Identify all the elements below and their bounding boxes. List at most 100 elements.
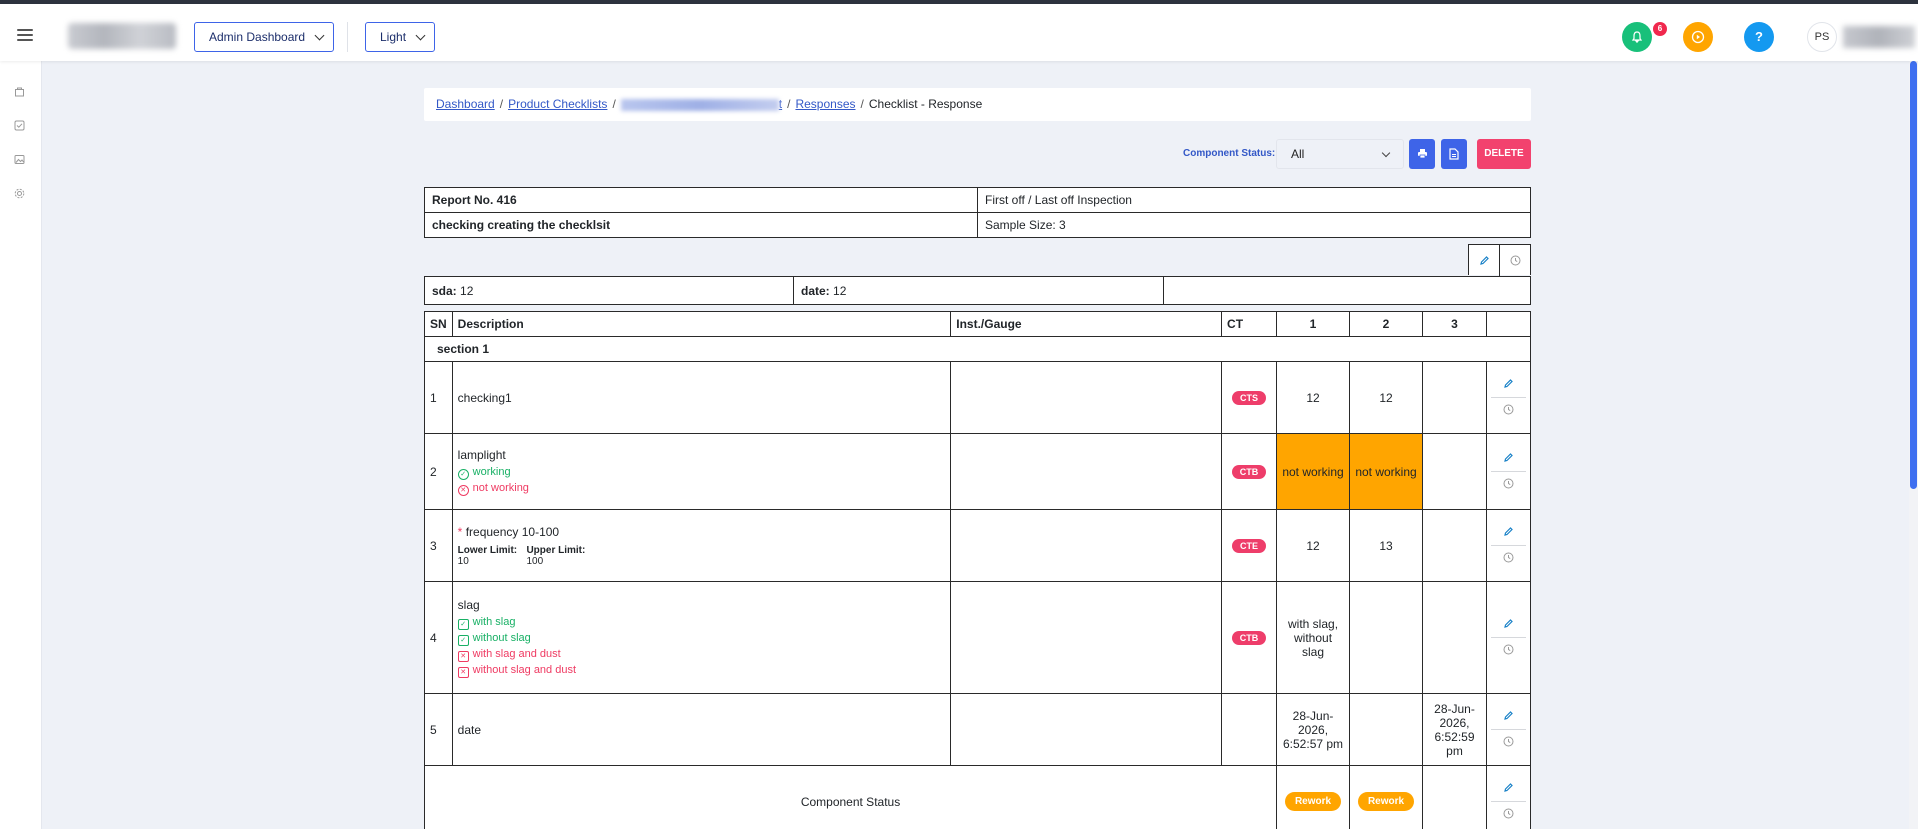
breadcrumb-dashboard[interactable]: Dashboard: [436, 97, 495, 111]
pencil-icon: [1479, 256, 1489, 265]
redacted-text: [620, 98, 779, 111]
option-ok: ✓ with slag: [457, 616, 946, 630]
notification-button[interactable]: [1622, 22, 1652, 52]
row-value-2: [1349, 581, 1423, 694]
edit-button[interactable]: [1490, 520, 1526, 546]
col-sn: SN: [424, 311, 453, 337]
breadcrumb-responses[interactable]: Responses: [795, 97, 855, 111]
dashboard-dropdown[interactable]: Admin Dashboard: [194, 22, 335, 52]
col-sample-3: 3: [1422, 311, 1487, 337]
edit-button[interactable]: [1490, 446, 1526, 472]
section-row: section 1: [424, 336, 1531, 362]
col-ct: CT: [1221, 311, 1278, 337]
edit-meta-tab[interactable]: [1469, 245, 1500, 276]
row-actions: [1485, 433, 1532, 510]
bell-icon: [1631, 31, 1643, 44]
hamburger-icon[interactable]: [17, 29, 33, 41]
history-button[interactable]: [1487, 730, 1530, 756]
row-description-cell: lamplight ✓ working ✕ not working: [451, 433, 952, 510]
x-circle-icon: ✕: [457, 484, 469, 496]
play-button[interactable]: [1683, 22, 1713, 52]
checklist-name: checking creating the checklsit: [424, 212, 978, 238]
chevron-down-icon: [314, 30, 325, 41]
document-button[interactable]: [1441, 139, 1467, 169]
row-description: date: [451, 693, 952, 766]
clock-icon: [1510, 255, 1521, 266]
chevron-down-icon: [1381, 148, 1391, 158]
meta-field-date: date: 12: [793, 276, 1164, 305]
chevron-down-icon: [415, 30, 426, 41]
avatar-initials: PS: [1814, 31, 1830, 43]
clock-icon: [1503, 404, 1514, 414]
history-button[interactable]: [1487, 802, 1530, 828]
row-ct: CTE: [1221, 509, 1278, 582]
table-row: 3 * frequency 10-100 Lower Limit: 10 Uppe…: [424, 509, 1532, 582]
x-square-icon: ✕: [457, 650, 469, 662]
x-square-icon: ✕: [457, 666, 469, 678]
logo: [68, 23, 176, 49]
status-value-2: Rework: [1349, 765, 1423, 829]
row-sn: 1: [424, 361, 453, 434]
check-square-icon: ✓: [457, 634, 469, 646]
history-meta-tab[interactable]: [1500, 245, 1531, 276]
table-header-row: SN Description Inst./Gauge CT 1 2 3: [424, 311, 1532, 337]
scrollbar-thumb[interactable]: [1910, 61, 1917, 489]
sidebar: [0, 61, 42, 829]
pencil-icon: [1504, 782, 1513, 792]
clock-icon: [1503, 478, 1514, 488]
row-value-3: [1422, 581, 1487, 694]
edit-button[interactable]: [1490, 704, 1526, 730]
status-value-1: Rework: [1276, 765, 1351, 829]
edit-button[interactable]: [1490, 776, 1526, 802]
bag-icon[interactable]: [12, 86, 26, 100]
meta-field-empty: [1163, 276, 1531, 305]
history-button[interactable]: [1487, 472, 1530, 498]
row-sn: 3: [424, 509, 453, 582]
row-value-3: [1422, 509, 1487, 582]
row-description-cell: * frequency 10-100 Lower Limit: 10 Upper …: [451, 509, 952, 582]
row-value-3: [1422, 361, 1487, 434]
print-button[interactable]: [1409, 139, 1435, 169]
edit-button[interactable]: [1490, 612, 1526, 638]
row-inst-gauge: [950, 509, 1223, 582]
delete-button[interactable]: DELETE: [1477, 139, 1531, 169]
col-sample-1: 1: [1276, 311, 1351, 337]
breadcrumb-checklist[interactable]: t: [620, 97, 782, 111]
row-value-2: 13: [1349, 509, 1423, 582]
row-ct: CTB: [1221, 581, 1278, 694]
row-inst-gauge: [950, 581, 1223, 694]
history-button[interactable]: [1487, 546, 1530, 572]
row-actions: [1485, 361, 1532, 434]
theme-dropdown[interactable]: Light: [365, 22, 436, 52]
pencil-icon: [1504, 526, 1513, 536]
scrollbar[interactable]: [1909, 61, 1918, 829]
settings-icon[interactable]: [12, 188, 26, 202]
required-mark: *: [457, 524, 463, 539]
row-actions: [1485, 693, 1532, 766]
checklist-table: SN Description Inst./Gauge CT 1 2 3 sect…: [423, 311, 1532, 829]
help-button[interactable]: ?: [1744, 22, 1774, 52]
row-actions: [1485, 765, 1532, 829]
table-row: 4 slag ✓ with slag ✓ without slag ✕ with sl…: [424, 581, 1532, 694]
row-value-1: with slag, without slag: [1276, 581, 1351, 694]
edit-button[interactable]: [1490, 372, 1526, 398]
pencil-icon: [1504, 618, 1513, 628]
component-status-select[interactable]: All: [1276, 139, 1404, 169]
row-description: slag: [457, 597, 480, 612]
history-button[interactable]: [1487, 398, 1530, 424]
avatar[interactable]: PS: [1807, 22, 1837, 52]
checklist-icon[interactable]: [12, 120, 26, 134]
breadcrumb-product-checklists[interactable]: Product Checklists: [508, 97, 607, 111]
image-icon[interactable]: [12, 154, 26, 168]
col-inst-gauge: Inst./Gauge: [950, 311, 1223, 337]
row-value-2: [1349, 693, 1423, 766]
component-status-row: Component Status Rework Rework: [423, 765, 1532, 829]
ct-badge: CTB: [1231, 631, 1267, 645]
ct-badge: CTS: [1232, 391, 1267, 405]
check-square-icon: ✓: [457, 618, 469, 630]
history-button[interactable]: [1487, 638, 1530, 664]
table-row: 5 date 28-Jun-2026, 6:52:57 pm 28-Jun-20…: [424, 693, 1532, 766]
upper-limit: Upper Limit: 100: [526, 544, 586, 567]
ct-badge: CTB: [1231, 465, 1267, 479]
clock-icon: [1503, 808, 1514, 818]
